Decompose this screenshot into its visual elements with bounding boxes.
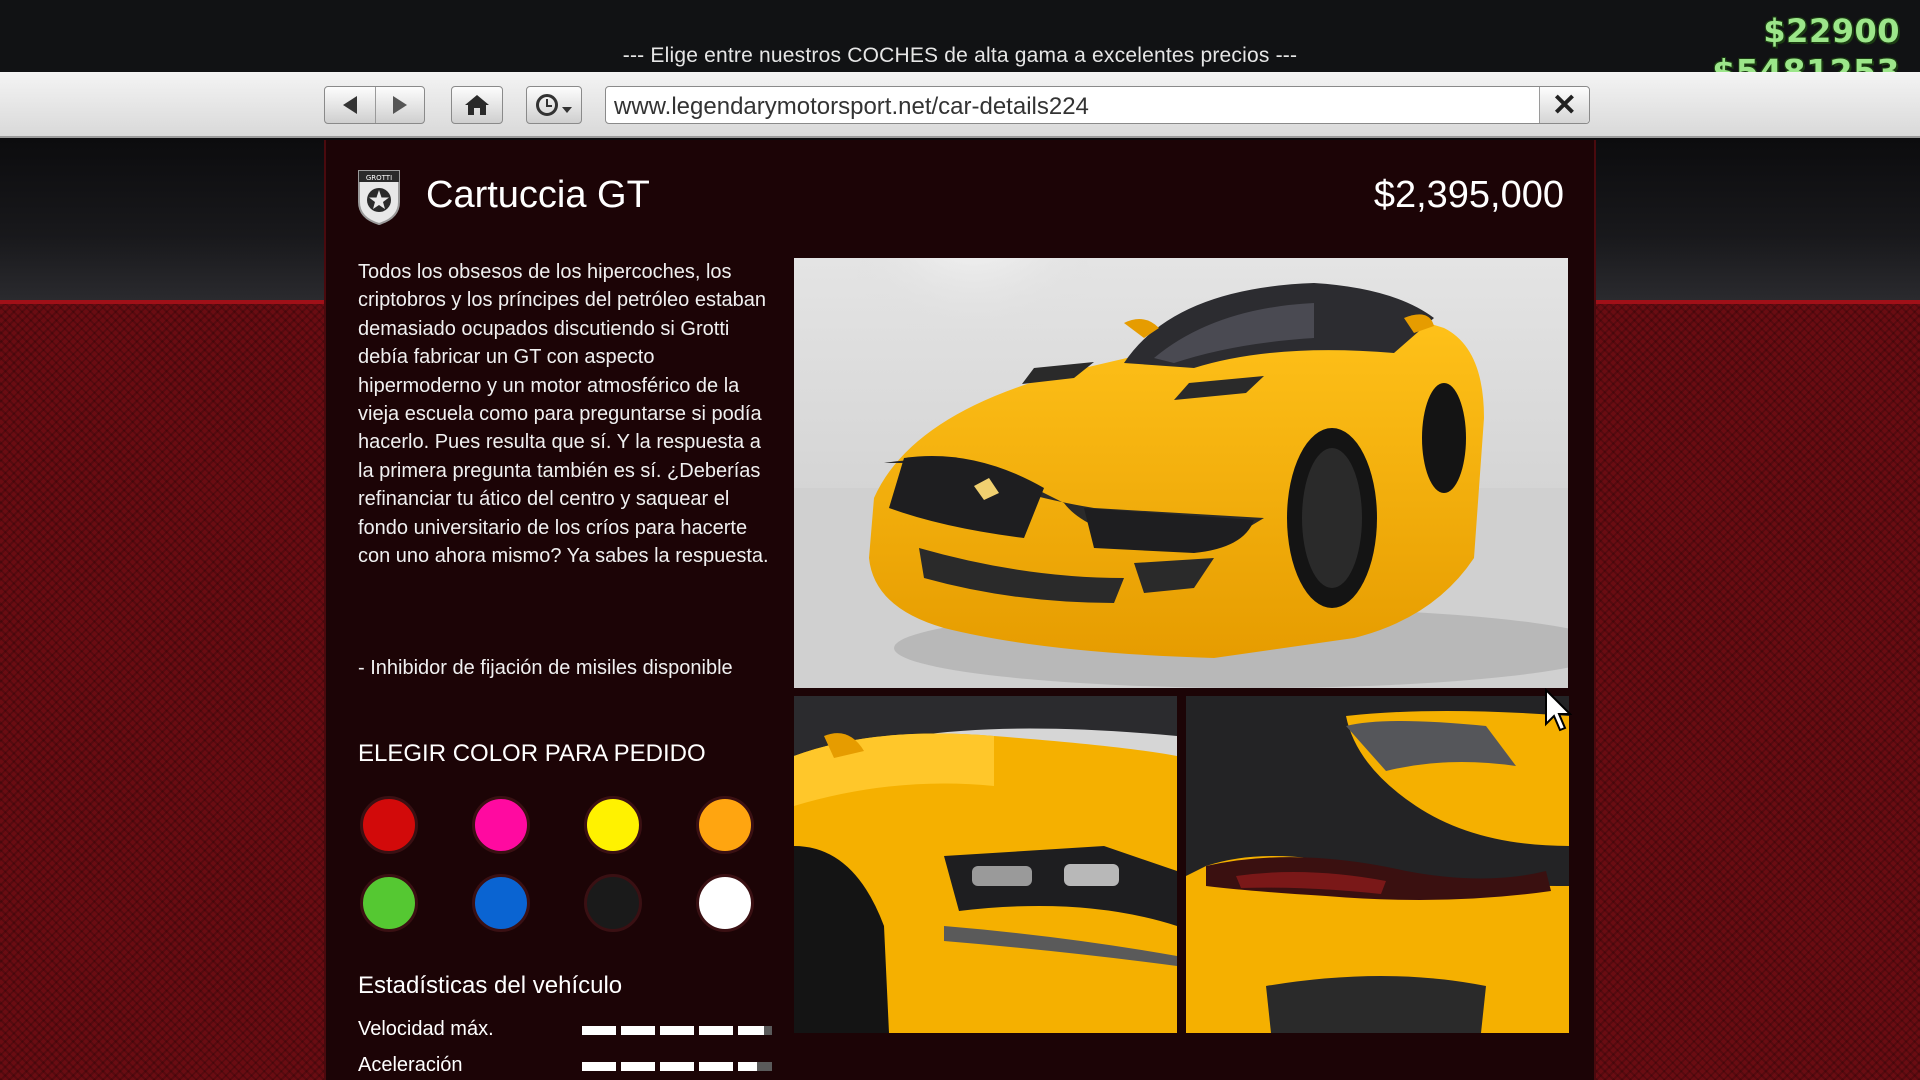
stat-bar-fill bbox=[582, 1062, 757, 1071]
close-button[interactable]: ✕ bbox=[1539, 87, 1589, 123]
stat-bar-top-speed bbox=[582, 1026, 772, 1035]
history-nav-buttons bbox=[324, 86, 425, 124]
cash-balance: $22900 bbox=[1763, 12, 1900, 50]
car-front-photo bbox=[794, 258, 1568, 688]
clock-icon bbox=[536, 94, 558, 116]
home-icon bbox=[465, 95, 489, 115]
color-swatch-red[interactable] bbox=[360, 796, 418, 854]
car-taillight-photo bbox=[1186, 696, 1569, 1033]
brand-badge-text: GROTTI bbox=[366, 174, 392, 182]
site-tagline: --- Elige entre nuestros COCHES de alta … bbox=[622, 44, 1298, 67]
back-button[interactable] bbox=[325, 87, 375, 123]
back-arrow-icon bbox=[342, 96, 357, 114]
car-detail-image-left[interactable] bbox=[794, 696, 1177, 1033]
car-details-panel: GROTTI Cartuccia GT $2,395,000 Todos los… bbox=[324, 140, 1596, 1080]
color-swatch-pink[interactable] bbox=[472, 796, 530, 854]
car-feature: - Inhibidor de fijación de misiles dispo… bbox=[358, 657, 733, 679]
forward-arrow-icon bbox=[392, 96, 407, 114]
browser-toolbar: www.legendarymotorsport.net/car-details2… bbox=[0, 72, 1920, 138]
forward-button[interactable] bbox=[374, 87, 425, 123]
stat-label-top-speed: Velocidad máx. bbox=[358, 1018, 494, 1040]
color-swatch-orange[interactable] bbox=[696, 796, 754, 854]
car-headlight-photo bbox=[794, 696, 1177, 1033]
car-detail-image-right[interactable] bbox=[1186, 696, 1569, 1033]
address-bar[interactable]: www.legendarymotorsport.net/car-details2… bbox=[605, 86, 1590, 124]
close-icon: ✕ bbox=[1551, 88, 1578, 122]
car-name: Cartuccia GT bbox=[426, 174, 650, 216]
stat-bar-fill bbox=[582, 1026, 765, 1035]
stat-label-acceleration: Aceleración bbox=[358, 1054, 463, 1076]
car-description: Todos los obsesos de los hipercoches, lo… bbox=[358, 261, 769, 568]
chevron-down-icon bbox=[562, 107, 572, 113]
history-button[interactable] bbox=[526, 86, 582, 124]
color-swatch-black[interactable] bbox=[584, 874, 642, 932]
mouse-cursor-icon bbox=[1545, 688, 1572, 732]
grotti-badge-icon: GROTTI bbox=[358, 170, 400, 226]
url-text[interactable]: www.legendarymotorsport.net/car-details2… bbox=[614, 93, 1089, 121]
color-picker-heading: ELEGIR COLOR PARA PEDIDO bbox=[358, 740, 706, 767]
color-swatch-blue[interactable] bbox=[472, 874, 530, 932]
car-price: $2,395,000 bbox=[1373, 174, 1564, 216]
color-swatch-green[interactable] bbox=[360, 874, 418, 932]
car-main-image[interactable] bbox=[794, 258, 1568, 688]
stats-heading: Estadísticas del vehículo bbox=[358, 972, 623, 999]
color-swatch-white[interactable] bbox=[696, 874, 754, 932]
stat-bar-acceleration bbox=[582, 1062, 772, 1071]
top-bar: --- Elige entre nuestros COCHES de alta … bbox=[0, 0, 1920, 72]
home-button[interactable] bbox=[451, 86, 503, 124]
color-swatch-yellow[interactable] bbox=[584, 796, 642, 854]
